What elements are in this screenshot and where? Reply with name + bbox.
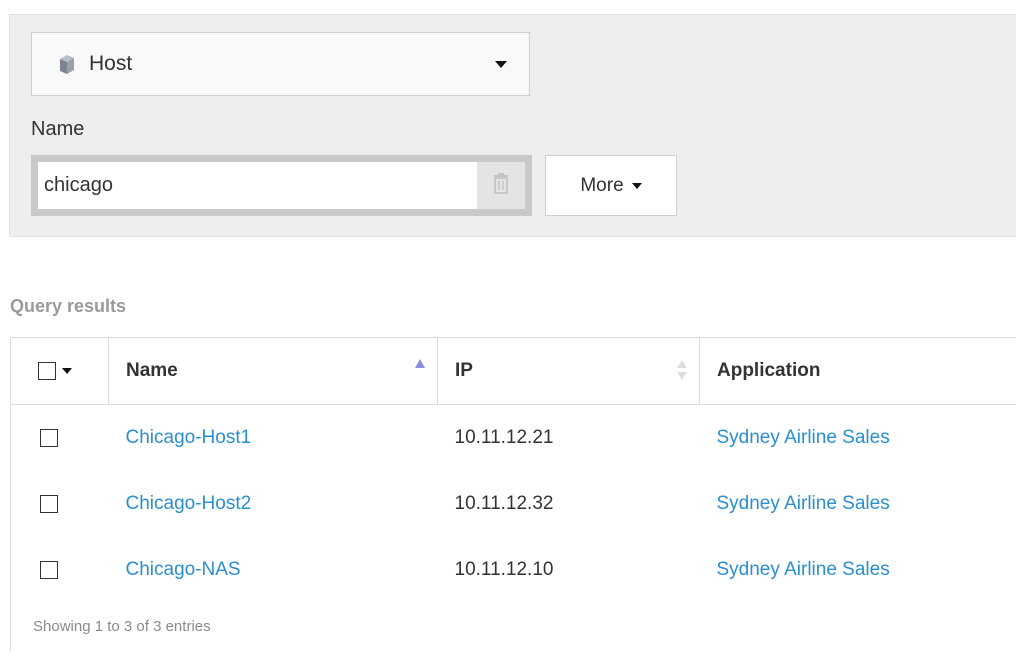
sort-both-icon [677,360,687,382]
object-type-label: Host [89,52,133,75]
select-all-checkbox[interactable] [38,362,56,380]
column-header-application[interactable]: Application [699,337,1016,405]
name-filter-group [31,155,532,216]
host-icon [58,53,76,75]
table-row: Chicago-Host2 10.11.12.32 Sydney Airline… [11,471,1016,537]
chevron-down-icon[interactable] [62,368,72,374]
row-checkbox[interactable] [40,560,58,579]
ip-cell: 10.11.12.32 [454,492,554,514]
more-filters-button[interactable]: More [545,155,677,216]
select-all-header [10,337,109,405]
row-checkbox[interactable] [40,428,58,447]
chevron-down-icon [495,60,507,68]
object-type-dropdown[interactable]: Host [31,32,530,96]
entries-count: Showing 1 to 3 of 3 entries [33,618,211,635]
row-checkbox[interactable] [40,494,58,513]
filter-panel: Host Name More [9,14,1016,237]
results-table: Name IP Application Chicago-Host1 10.11.… [10,337,1016,651]
application-link[interactable]: Sydney Airline Sales [717,427,890,448]
application-link[interactable]: Sydney Airline Sales [717,559,890,580]
trash-icon [492,172,510,199]
table-row: Chicago-NAS 10.11.12.10 Sydney Airline S… [11,537,1016,603]
more-button-label: More [580,174,624,196]
table-footer: Showing 1 to 3 of 3 entries [11,603,1016,651]
column-header-ip[interactable]: IP [437,337,700,405]
sort-ascending-icon [415,359,425,368]
name-filter-input[interactable] [38,162,477,209]
host-name-link[interactable]: Chicago-Host1 [126,427,252,448]
host-name-link[interactable]: Chicago-NAS [126,559,241,580]
name-filter-label: Name [31,118,85,140]
table-row: Chicago-Host1 10.11.12.21 Sydney Airline… [11,405,1016,471]
clear-filter-button[interactable] [477,162,525,209]
application-link[interactable]: Sydney Airline Sales [717,493,890,514]
ip-cell: 10.11.12.21 [454,426,554,448]
column-header-name[interactable]: Name [108,337,438,405]
results-title: Query results [10,296,127,316]
ip-cell: 10.11.12.10 [454,558,554,580]
chevron-down-icon [631,182,642,189]
host-name-link[interactable]: Chicago-Host2 [126,493,252,514]
